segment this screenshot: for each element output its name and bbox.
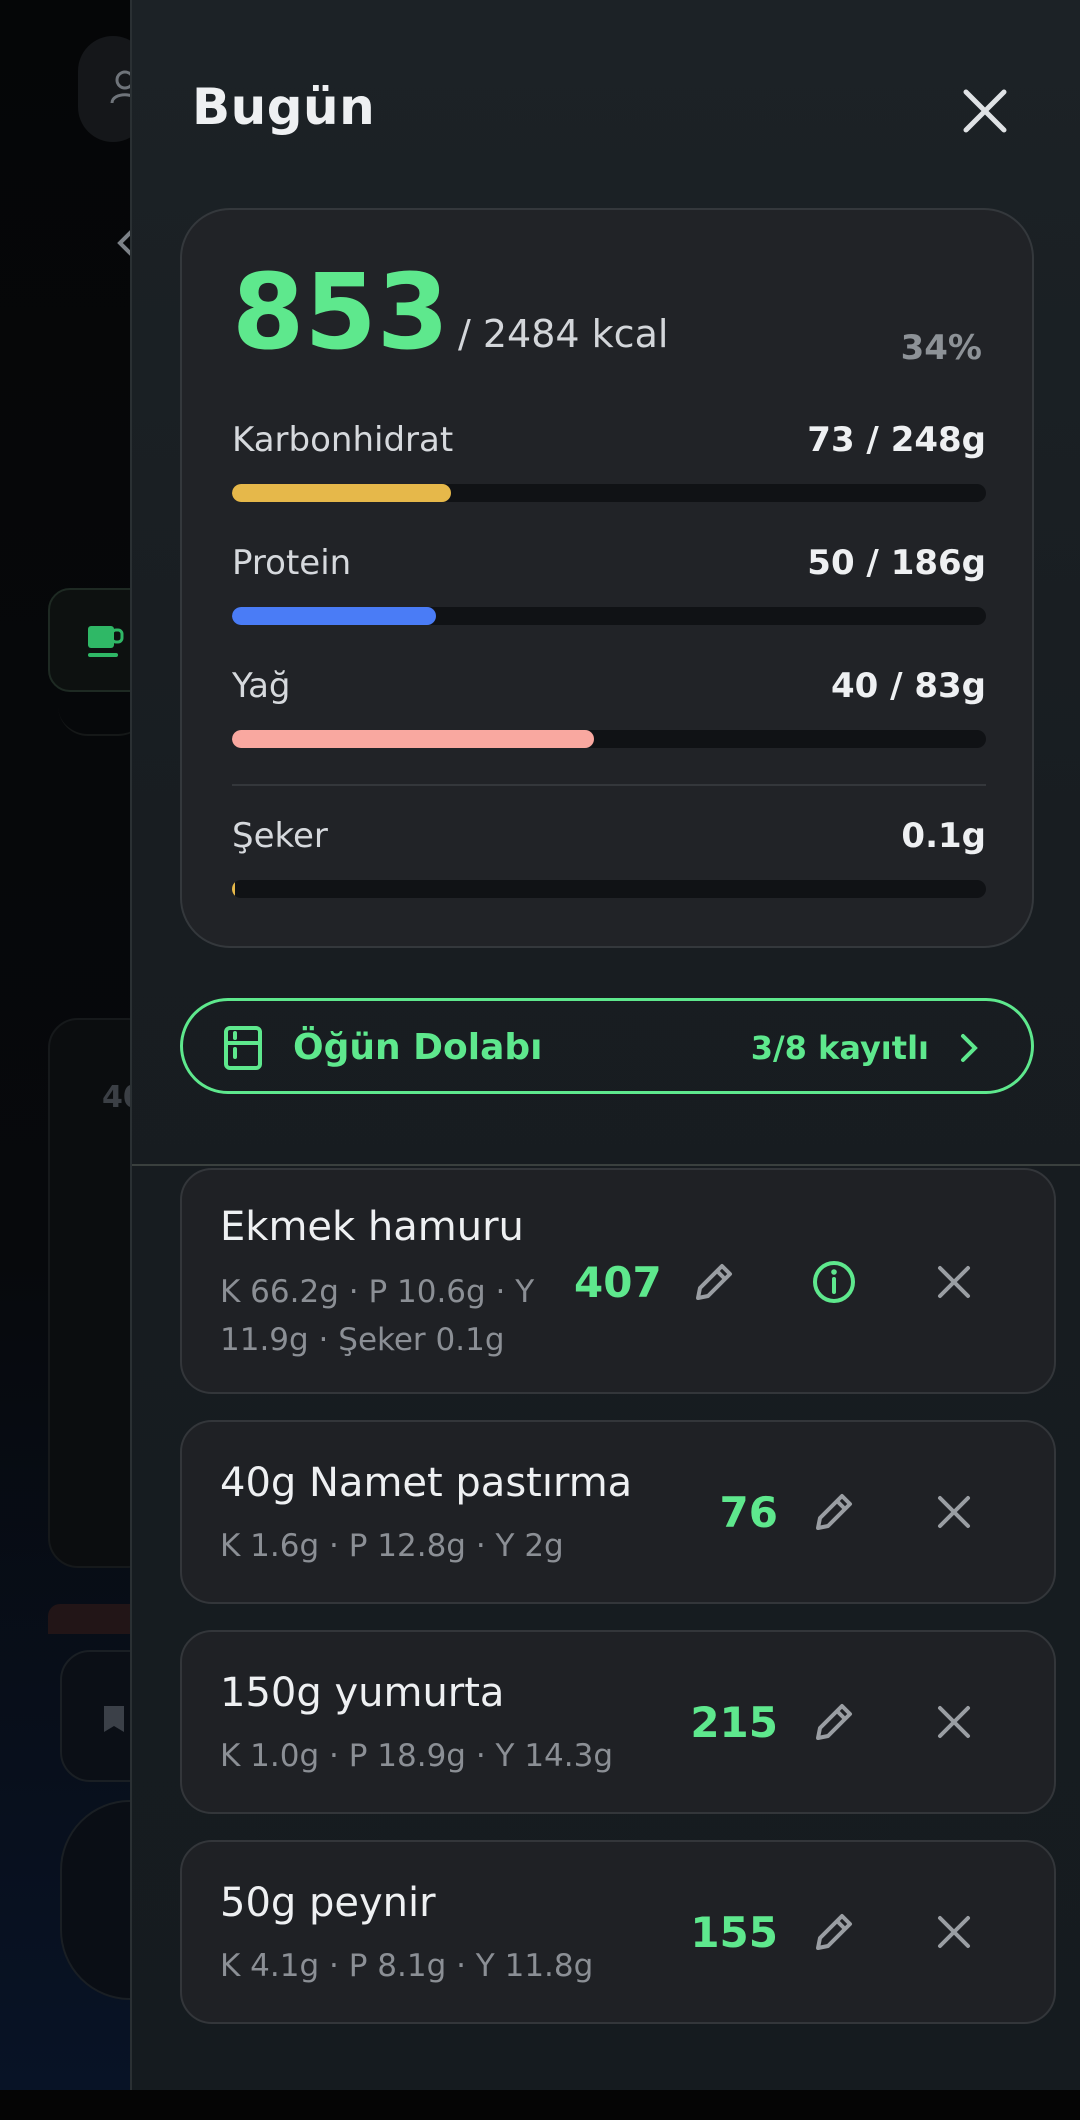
food-info-button[interactable] bbox=[802, 1250, 866, 1314]
macro-label: Karbonhidrat bbox=[232, 420, 454, 460]
food-item-kcal: 155 bbox=[690, 1908, 778, 1957]
food-item-macros: K 1.6g · P 12.8g · Y 2g bbox=[220, 1528, 564, 1564]
progress-track bbox=[232, 484, 986, 502]
drawer-title: Bugün bbox=[192, 78, 376, 136]
remove-food-button[interactable] bbox=[922, 1690, 986, 1754]
info-icon bbox=[813, 1261, 855, 1303]
food-item[interactable]: Ekmek hamuru K 66.2g · P 10.6g · Y 11.9g… bbox=[180, 1168, 1056, 1394]
food-item-name: 50g peynir bbox=[220, 1880, 436, 1926]
macro-value: 50 / 186g bbox=[807, 543, 986, 583]
remove-food-button[interactable] bbox=[922, 1480, 986, 1544]
food-item[interactable]: 150g yumurta K 1.0g · P 18.9g · Y 14.3g … bbox=[180, 1630, 1056, 1814]
macro-value: 73 / 248g bbox=[807, 420, 986, 460]
progress-track bbox=[232, 880, 986, 898]
food-item-kcal: 76 bbox=[719, 1488, 778, 1537]
edit-food-button[interactable] bbox=[802, 1690, 866, 1754]
close-drawer-button[interactable] bbox=[952, 78, 1018, 144]
macro-value: 0.1g bbox=[901, 816, 986, 856]
meal-fridge-button[interactable]: Öğün Dolabı 3/8 kayıtlı bbox=[180, 998, 1034, 1094]
food-item-macros: K 1.0g · P 18.9g · Y 14.3g bbox=[220, 1738, 614, 1774]
macro-value: 40 / 83g bbox=[830, 666, 986, 706]
food-item[interactable]: 50g peynir K 4.1g · P 8.1g · Y 11.8g 155 bbox=[180, 1840, 1056, 2024]
coffee-cup-icon bbox=[88, 626, 124, 657]
daily-summary-card: 853 / 2484 kcal 34% Karbonhidrat 73 / 24… bbox=[180, 208, 1034, 948]
edit-food-button[interactable] bbox=[802, 1480, 866, 1544]
food-item-name: Ekmek hamuru bbox=[220, 1204, 524, 1250]
pencil-icon bbox=[696, 1264, 732, 1300]
progress-track bbox=[232, 730, 986, 748]
edit-food-button[interactable] bbox=[682, 1250, 746, 1314]
fat-progress-fill bbox=[232, 730, 594, 748]
close-icon bbox=[938, 1706, 970, 1738]
food-item-name: 40g Namet pastırma bbox=[220, 1460, 633, 1506]
system-nav-bar bbox=[0, 2090, 1080, 2120]
list-separator bbox=[132, 1164, 1080, 1166]
today-drawer: Bugün 853 / 2484 kcal 34% Karbonhidrat 7… bbox=[130, 0, 1080, 2090]
macro-label: Şeker bbox=[232, 816, 328, 856]
kcal-target: / 2484 kcal bbox=[458, 312, 669, 356]
kcal-percent: 34% bbox=[900, 328, 982, 368]
pencil-icon bbox=[816, 1494, 852, 1530]
food-item-name: 150g yumurta bbox=[220, 1670, 505, 1716]
protein-progress-fill bbox=[232, 607, 436, 625]
food-item[interactable]: 40g Namet pastırma K 1.6g · P 12.8g · Y … bbox=[180, 1420, 1056, 1604]
close-icon bbox=[963, 89, 1007, 133]
book-icon bbox=[104, 1706, 124, 1732]
summary-divider bbox=[232, 784, 986, 786]
meal-fridge-label: Öğün Dolabı bbox=[293, 1027, 543, 1068]
food-item-kcal: 215 bbox=[690, 1698, 778, 1747]
close-icon bbox=[938, 1266, 970, 1298]
pencil-icon bbox=[816, 1704, 852, 1740]
food-item-macros: K 4.1g · P 8.1g · Y 11.8g bbox=[220, 1948, 594, 1984]
close-icon bbox=[938, 1496, 970, 1528]
meal-fridge-count: 3/8 kayıtlı bbox=[750, 1029, 929, 1067]
remove-food-button[interactable] bbox=[922, 1250, 986, 1314]
pencil-icon bbox=[816, 1914, 852, 1950]
remove-food-button[interactable] bbox=[922, 1900, 986, 1964]
progress-track bbox=[232, 607, 986, 625]
macro-label: Protein bbox=[232, 543, 352, 583]
macro-label: Yağ bbox=[232, 666, 291, 706]
edit-food-button[interactable] bbox=[802, 1900, 866, 1964]
sugar-progress-fill bbox=[232, 880, 236, 898]
close-icon bbox=[938, 1916, 970, 1948]
food-item-kcal: 407 bbox=[574, 1258, 662, 1307]
food-item-macros: K 66.2g · P 10.6g · Y 11.9g · Şeker 0.1g bbox=[220, 1274, 535, 1358]
kcal-consumed: 853 bbox=[232, 251, 450, 373]
carbs-progress-fill bbox=[232, 484, 451, 502]
fridge-icon bbox=[224, 1026, 262, 1070]
chevron-right-icon bbox=[961, 1034, 978, 1062]
